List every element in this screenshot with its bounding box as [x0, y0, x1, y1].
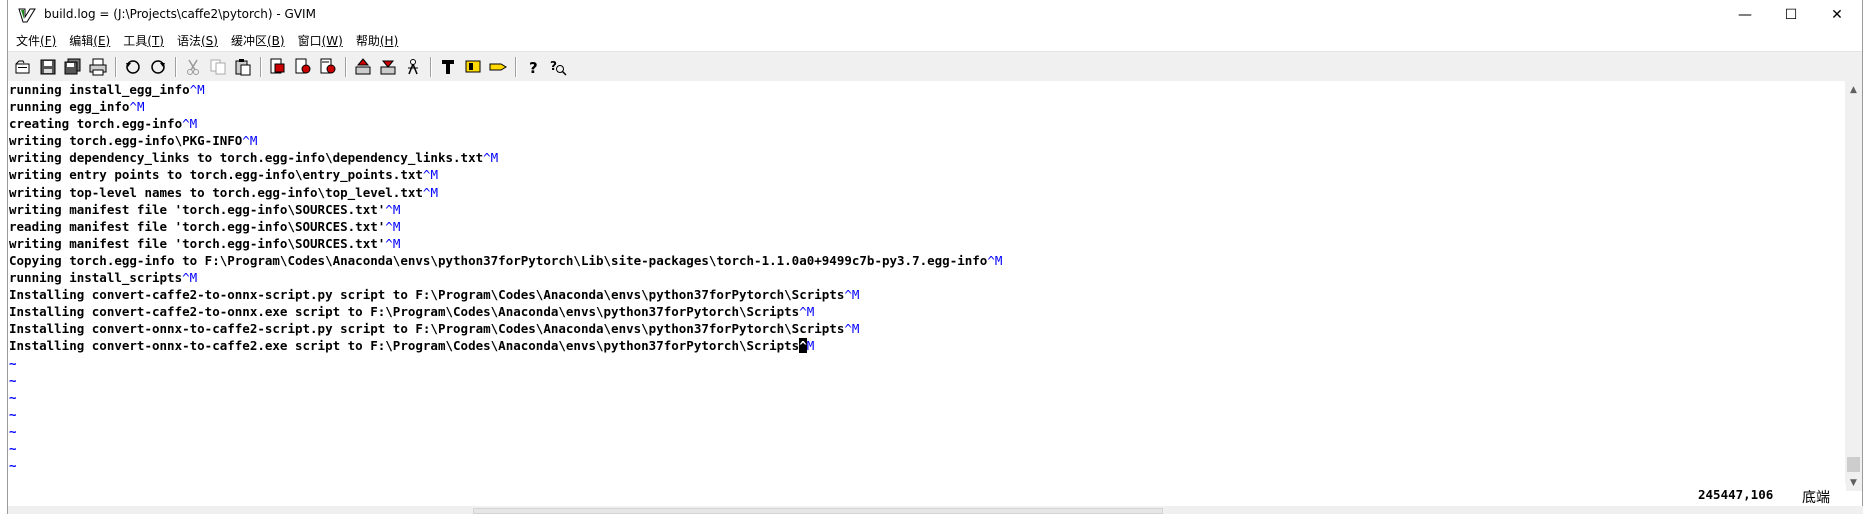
- find-replace-icon[interactable]: [267, 56, 289, 78]
- vertical-scrollbar[interactable]: ▲ ▼: [1845, 81, 1862, 491]
- empty-line-marker: ~: [9, 389, 17, 405]
- close-button[interactable]: ✕: [1814, 0, 1860, 30]
- title-bar[interactable]: build.log = (J:\Projects\caffe2\pytorch)…: [8, 0, 1862, 30]
- print-icon[interactable]: [87, 56, 109, 78]
- buffer-line: writing entry points to torch.egg-info\e…: [9, 167, 438, 183]
- find-help-icon[interactable]: ?: [547, 56, 569, 78]
- open-icon[interactable]: [12, 56, 34, 78]
- find-prev-icon[interactable]: [317, 56, 339, 78]
- empty-line-marker: ~: [9, 372, 17, 388]
- redo-icon[interactable]: [147, 56, 169, 78]
- buffer-line: writing dependency_links to torch.egg-in…: [9, 150, 499, 166]
- buffer-line: Installing convert-onnx-to-caffe2-script…: [9, 321, 860, 337]
- ruler-status-line: 245447,106 底端: [8, 484, 1846, 506]
- save-all-icon[interactable]: [62, 56, 84, 78]
- buffer-line: writing top-level names to torch.egg-inf…: [9, 184, 438, 200]
- buffer-line-current: Installing convert-onnx-to-caffe2.exe sc…: [9, 338, 815, 354]
- window-title: build.log = (J:\Projects\caffe2\pytorch)…: [44, 7, 316, 21]
- toolbar-separator: [515, 56, 517, 77]
- horizontal-scrollbar-thumb[interactable]: [473, 508, 1163, 514]
- buffer-line: running egg_info^M: [9, 99, 145, 115]
- save-session-icon[interactable]: [377, 56, 399, 78]
- empty-line-marker: ~: [9, 458, 17, 474]
- menu-tools[interactable]: 工具(T): [123, 32, 164, 49]
- svg-text:?: ?: [529, 59, 538, 76]
- buffer-line: running install_scripts^M: [9, 270, 198, 286]
- scroll-down-icon[interactable]: ▼: [1845, 474, 1862, 491]
- gvim-window: build.log = (J:\Projects\caffe2\pytorch)…: [7, 0, 1863, 514]
- toolbar-separator: [115, 56, 117, 77]
- paste-icon[interactable]: [232, 56, 254, 78]
- gvim-app-icon: [18, 6, 36, 24]
- toolbar-separator: [345, 56, 347, 77]
- minimize-icon: —: [1738, 7, 1752, 23]
- empty-line-marker: ~: [9, 406, 17, 422]
- load-session-icon[interactable]: [352, 56, 374, 78]
- buffer-line: running install_egg_info^M: [9, 82, 205, 97]
- menu-bar: 文件(F) 编辑(E) 工具(T) 语法(S) 缓冲区(B) 窗口(W) 帮助(…: [8, 30, 1862, 50]
- tag-jump-icon[interactable]: [487, 56, 509, 78]
- menu-syntax[interactable]: 语法(S): [177, 32, 218, 49]
- find-next-icon[interactable]: [292, 56, 314, 78]
- scroll-up-icon[interactable]: ▲: [1845, 81, 1862, 98]
- buffer-line: reading manifest file 'torch.egg-info\SO…: [9, 218, 401, 234]
- text-cursor: ^: [799, 338, 807, 354]
- help-icon[interactable]: ?: [522, 56, 544, 78]
- toolbar-separator: [175, 56, 177, 77]
- buffer-line: Copying torch.egg-info to F:\Program\Cod…: [9, 252, 1003, 268]
- minimize-button[interactable]: —: [1722, 0, 1768, 30]
- cut-icon[interactable]: [182, 56, 204, 78]
- toolbar-separator: [430, 56, 432, 77]
- run-script-icon[interactable]: [402, 56, 424, 78]
- menu-file[interactable]: 文件(F): [16, 32, 56, 49]
- close-icon: ✕: [1831, 7, 1843, 23]
- menu-help[interactable]: 帮助(H): [356, 32, 398, 49]
- buffer-line: writing torch.egg-info\PKG-INFO^M: [9, 133, 258, 149]
- empty-line-marker: ~: [9, 355, 17, 371]
- cursor-position: 245447,106: [1698, 487, 1774, 502]
- save-icon[interactable]: [37, 56, 59, 78]
- buffer-line: Installing convert-caffe2-to-onnx-script…: [9, 287, 860, 303]
- empty-line-marker: ~: [9, 423, 17, 439]
- make-icon[interactable]: [437, 56, 459, 78]
- horizontal-scrollbar[interactable]: [8, 506, 1863, 514]
- buffer-line: writing manifest file 'torch.egg-info\SO…: [9, 201, 401, 217]
- menu-edit[interactable]: 编辑(E): [69, 32, 110, 49]
- buffer-line: writing manifest file 'torch.egg-info\SO…: [9, 235, 401, 251]
- text-editor-area[interactable]: running install_egg_info^M running egg_i…: [8, 81, 1846, 481]
- menu-buffers[interactable]: 缓冲区(B): [231, 32, 285, 49]
- undo-icon[interactable]: [122, 56, 144, 78]
- maximize-button[interactable]: ☐: [1768, 0, 1814, 30]
- maximize-icon: ☐: [1784, 7, 1798, 23]
- run-shell-icon[interactable]: [462, 56, 484, 78]
- svg-text:?: ?: [550, 59, 557, 73]
- scrollbar-thumb[interactable]: [1847, 457, 1860, 472]
- menu-window[interactable]: 窗口(W): [298, 32, 343, 49]
- copy-icon[interactable]: [207, 56, 229, 78]
- buffer-line: Installing convert-caffe2-to-onnx.exe sc…: [9, 304, 815, 320]
- toolbar: ? ?: [8, 51, 1862, 82]
- scroll-position: 底端: [1802, 490, 1830, 506]
- empty-line-marker: ~: [8, 474, 1846, 481]
- buffer-line: creating torch.egg-info^M: [9, 116, 198, 132]
- empty-line-marker: ~: [9, 440, 17, 456]
- toolbar-separator: [260, 56, 262, 77]
